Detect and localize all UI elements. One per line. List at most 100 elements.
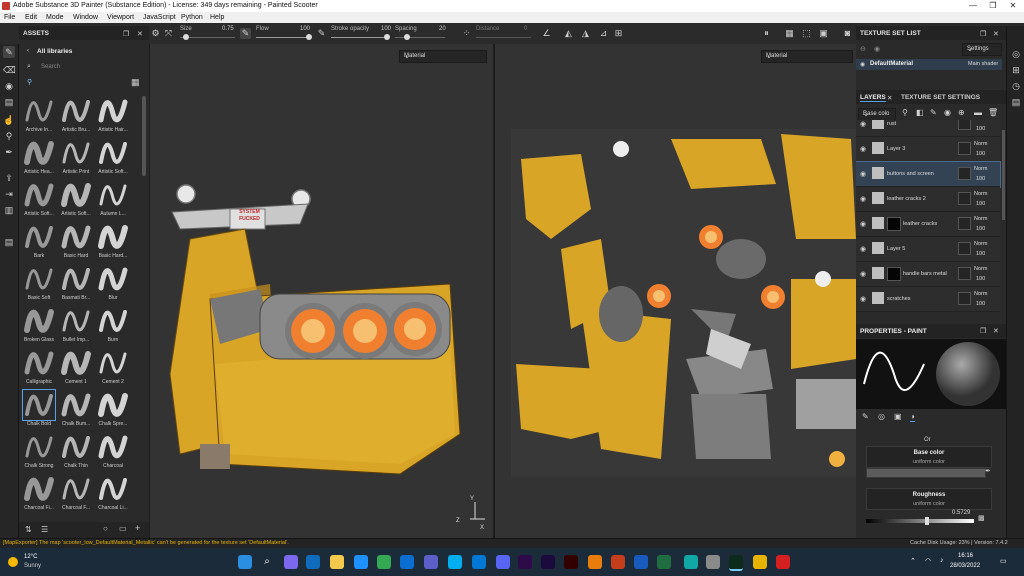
layer-blend-mode[interactable]: Norm: [974, 191, 987, 197]
layer-blend-mode[interactable]: Norm: [974, 166, 987, 172]
bake-icon[interactable]: ⇪: [3, 172, 15, 184]
spacing-value[interactable]: 20: [439, 26, 446, 32]
wrap-icon[interactable]: ⊞: [613, 28, 624, 39]
layer-opacity[interactable]: 100: [976, 126, 985, 132]
stroke-opacity-value[interactable]: 100: [381, 26, 391, 32]
weather-temp[interactable]: 12°C: [24, 554, 37, 560]
brush-item[interactable]: Artistic Print: [59, 138, 93, 178]
list-icon[interactable]: ☰: [41, 525, 48, 534]
outlook-icon[interactable]: [306, 555, 320, 569]
tray-chevron-icon[interactable]: ⌃: [910, 557, 916, 565]
menu-viewport[interactable]: Viewport: [107, 14, 134, 21]
layer-color-box[interactable]: [958, 267, 971, 280]
brush-item[interactable]: Artistic Soft...: [22, 180, 56, 220]
stroke-opacity-knob[interactable]: [384, 34, 390, 40]
stencil-tab-icon[interactable]: ▣: [894, 412, 902, 421]
layer-blend-mode[interactable]: Norm: [974, 141, 987, 147]
layer-blend-mode[interactable]: Norm: [974, 291, 987, 297]
brush-item[interactable]: Cement 1: [59, 348, 93, 388]
layer-mask-thumbnail[interactable]: [887, 217, 901, 231]
layers-scrollbar[interactable]: [1002, 130, 1005, 220]
powerpoint-icon[interactable]: [611, 555, 625, 569]
layer-name[interactable]: leather cracks 2: [887, 196, 926, 202]
brush-item[interactable]: Bullet Imp...: [59, 306, 93, 346]
cube-icon[interactable]: ⬚: [801, 28, 812, 39]
add-icon[interactable]: +: [135, 523, 140, 533]
chrome-icon[interactable]: [377, 555, 391, 569]
layer-opacity[interactable]: 100: [976, 251, 985, 257]
layer-opacity[interactable]: 100: [976, 301, 985, 307]
volume-icon[interactable]: ♪: [940, 557, 944, 564]
brush-item[interactable]: Autumn L...: [96, 180, 130, 220]
eye-icon[interactable]: ◉: [874, 45, 880, 53]
menu-help[interactable]: Help: [210, 14, 224, 21]
distance-value[interactable]: 0: [524, 26, 527, 32]
brush-item[interactable]: Bark: [22, 222, 56, 262]
mail-icon[interactable]: [400, 555, 414, 569]
brush-item[interactable]: Charcoal Fi...: [22, 474, 56, 514]
brush-item[interactable]: Chalk Bum...: [59, 390, 93, 430]
brush-item[interactable]: Artistic Soft...: [96, 138, 130, 178]
layer-name[interactable]: Layer 3: [887, 146, 905, 152]
layer-row[interactable]: ◉ leather cracks Norm 100: [856, 212, 1000, 237]
menu-edit[interactable]: Edit: [25, 14, 37, 21]
layer-color-box[interactable]: [958, 242, 971, 255]
shader-name[interactable]: Main shader: [968, 61, 998, 67]
tab-texture-set-settings[interactable]: TEXTURE SET SETTINGS: [901, 94, 980, 101]
brush-item[interactable]: Artistic Hea...: [22, 138, 56, 178]
illustrator-icon[interactable]: [564, 555, 578, 569]
roughness-value[interactable]: 0.5729: [952, 510, 970, 516]
brush-tab-icon[interactable]: ✎: [862, 412, 869, 421]
material-tab-icon[interactable]: ◑: [910, 412, 915, 422]
base-color-swatch[interactable]: [866, 468, 986, 478]
eye-icon[interactable]: ◉: [860, 61, 865, 68]
paint-tool-icon[interactable]: ✎: [3, 46, 15, 58]
menu-file[interactable]: File: [4, 14, 15, 21]
flow-value[interactable]: 100: [300, 26, 310, 32]
log-icon[interactable]: ▤: [1010, 96, 1022, 108]
layer-color-box[interactable]: [958, 120, 971, 130]
roughness-block[interactable]: Roughness uniform color: [866, 488, 992, 510]
close-tab-icon[interactable]: ✕: [887, 94, 892, 102]
status-message[interactable]: [MapExporter] The map 'scooter_low_Defau…: [3, 540, 289, 546]
circle-icon[interactable]: ○: [103, 524, 108, 533]
app-icon[interactable]: [706, 555, 720, 569]
brush-item[interactable]: Artistic Soft...: [59, 180, 93, 220]
brush-item[interactable]: Blur: [96, 264, 130, 304]
history-icon[interactable]: ◷: [1010, 80, 1022, 92]
layer-blend-mode[interactable]: Norm: [974, 241, 987, 247]
color-picker-icon[interactable]: ✒: [3, 146, 15, 158]
projection-tool-icon[interactable]: ◉: [3, 80, 15, 92]
mask-icon[interactable]: ◧: [916, 108, 924, 117]
brush-item[interactable]: Artistic Hair...: [96, 96, 130, 136]
clock-date[interactable]: 28/03/2022: [950, 563, 980, 569]
brush-item[interactable]: Charcoal Li...: [96, 474, 130, 514]
brush-item[interactable]: Charcoal F...: [59, 474, 93, 514]
layer-blend-mode[interactable]: Norm: [974, 216, 987, 222]
tool-options-icon[interactable]: ⚙: [150, 28, 161, 39]
layer-color-box[interactable]: [958, 192, 971, 205]
eyedropper-icon[interactable]: ✒: [985, 467, 991, 475]
viewport-2d[interactable]: Material ⌄: [494, 44, 857, 538]
grid-view-icon[interactable]: ▦: [131, 77, 140, 88]
sort-icon[interactable]: ⇅: [25, 525, 32, 534]
layer-opacity[interactable]: 100: [976, 201, 985, 207]
symmetry-mirror-icon[interactable]: ◭: [563, 28, 574, 39]
eye-icon[interactable]: ◉: [860, 270, 866, 278]
clock-time[interactable]: 16:16: [958, 553, 973, 559]
checker-icon[interactable]: ▩: [978, 514, 985, 522]
layer-opacity[interactable]: 100: [976, 226, 985, 232]
maximize-button[interactable]: ❐: [986, 1, 1000, 11]
search-icon[interactable]: ⌕: [260, 555, 274, 569]
brush-item[interactable]: Basic Hard: [59, 222, 93, 262]
layer-row[interactable]: ◉ Layer 3 Norm 100: [856, 137, 1000, 162]
flow-slider[interactable]: [256, 37, 311, 38]
undock-icon[interactable]: ❐: [980, 327, 986, 335]
layer-name[interactable]: leather cracks: [903, 221, 937, 227]
layer-color-box[interactable]: [958, 292, 971, 305]
maya-icon[interactable]: [684, 555, 698, 569]
layer-color-box[interactable]: [958, 142, 971, 155]
close-panel-icon[interactable]: ✕: [993, 327, 999, 335]
layer-mask-thumbnail[interactable]: [887, 267, 901, 281]
layer-name[interactable]: rust: [887, 121, 896, 127]
